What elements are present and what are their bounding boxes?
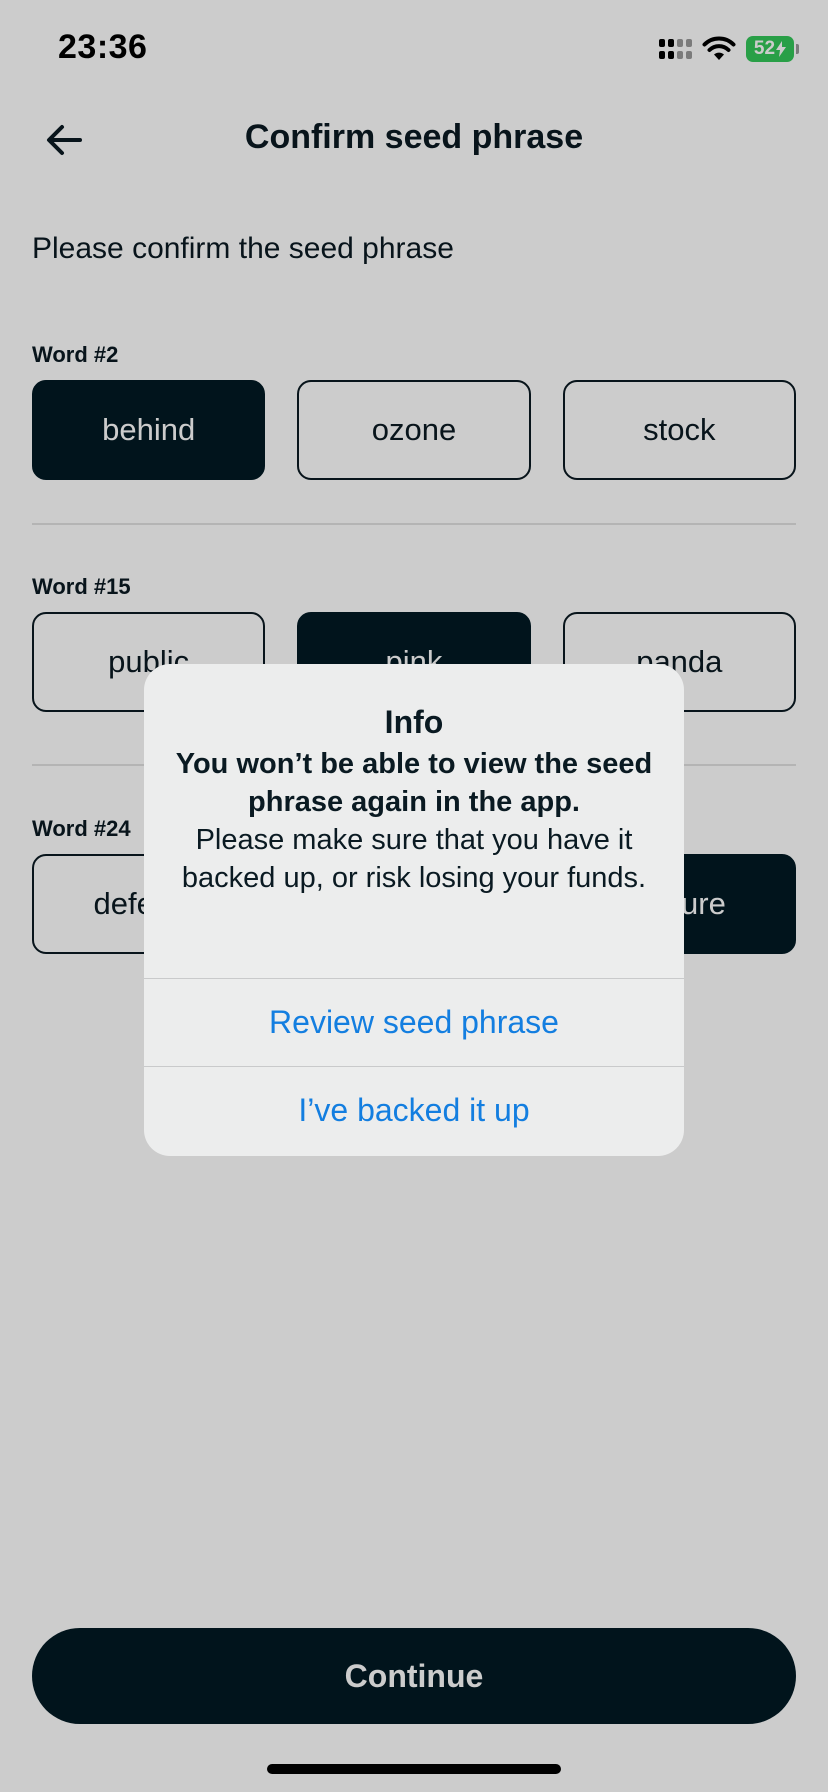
alert-body: Info You won’t be able to view the seed … (144, 664, 684, 978)
info-alert-dialog: Info You won’t be able to view the seed … (144, 664, 684, 1156)
alert-message: Please make sure that you have it backed… (181, 823, 647, 894)
alert-warning-text: You won’t be able to view the seed phras… (175, 747, 653, 818)
alert-title: Info (384, 704, 444, 740)
backed-it-up-button[interactable]: I’ve backed it up (144, 1066, 684, 1154)
home-indicator (267, 1764, 561, 1774)
review-seed-phrase-button[interactable]: Review seed phrase (144, 978, 684, 1066)
